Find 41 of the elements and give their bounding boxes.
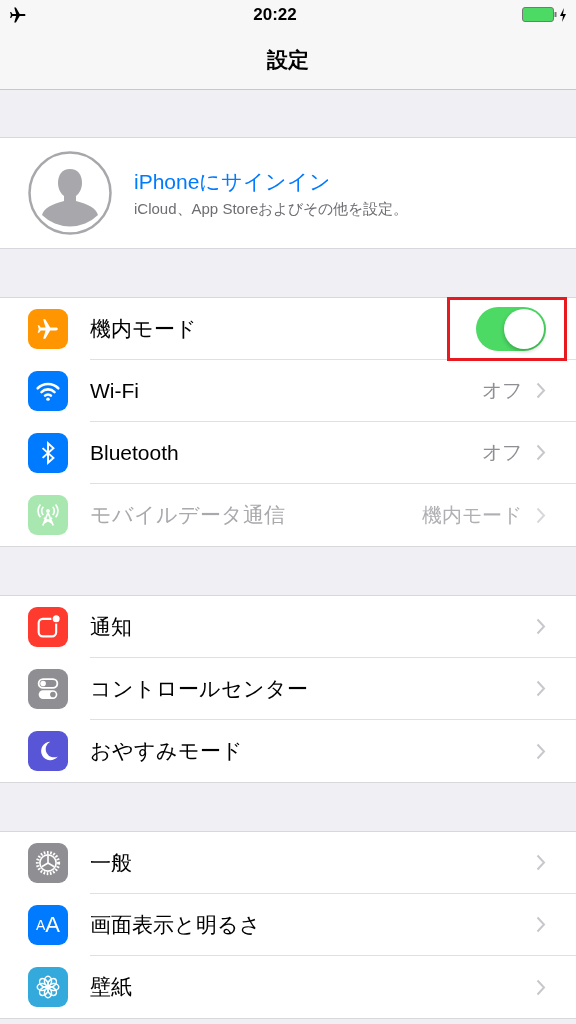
avatar-icon — [28, 151, 112, 235]
row-label: 壁紙 — [90, 974, 133, 1000]
row-label: コントロールセンター — [90, 675, 309, 702]
sign-in-subtitle: iCloud、App Storeおよびその他を設定。 — [134, 199, 409, 219]
account-row[interactable]: iPhoneにサインイン iCloud、App Storeおよびその他を設定。 — [0, 138, 576, 248]
settings-row[interactable]: 壁紙 — [0, 956, 576, 1018]
settings-row[interactable]: Bluetooth オフ — [0, 422, 576, 484]
sign-in-title: iPhoneにサインイン — [134, 168, 333, 195]
chevron-icon — [536, 978, 546, 996]
chevron-icon — [536, 680, 546, 697]
chevron-icon — [536, 854, 546, 871]
settings-row[interactable]: コントロールセンター — [0, 658, 576, 720]
nav-title: 設定 — [267, 46, 309, 73]
chevron-icon — [536, 506, 546, 524]
row-value: オフ — [482, 378, 522, 403]
airplane-icon — [8, 5, 28, 25]
row-label: 一般 — [90, 849, 133, 876]
settings-row[interactable]: AA 画面表示と明るさ — [0, 894, 576, 956]
settings-row[interactable]: 機内モード — [0, 298, 576, 360]
row-label: Wi-Fi — [90, 378, 140, 403]
chevron-icon — [536, 382, 546, 399]
chevron-icon — [536, 444, 546, 461]
row-label: モバイルデータ通信 — [90, 502, 286, 528]
row-label: 画面表示と明るさ — [90, 911, 262, 938]
settings-row[interactable]: Wi-Fi オフ — [0, 360, 576, 422]
row-label: 機内モード — [90, 315, 198, 342]
row-value: オフ — [482, 440, 522, 465]
clock-time: 20:22 — [253, 5, 297, 25]
settings-row[interactable]: おやすみモード — [0, 720, 576, 782]
row-label: Bluetooth — [90, 440, 180, 465]
settings-row[interactable]: 一般 — [0, 832, 576, 894]
settings-row[interactable]: 通知 — [0, 596, 576, 658]
battery-icon — [522, 7, 568, 23]
row-value: 機内モード — [422, 502, 522, 528]
chevron-icon — [536, 742, 546, 760]
row-label: おやすみモード — [90, 738, 244, 764]
chevron-icon — [536, 618, 546, 635]
toggle-switch[interactable] — [476, 306, 546, 351]
row-label: 通知 — [90, 613, 133, 640]
text-size-icon: AA — [28, 905, 68, 945]
chevron-icon — [536, 916, 546, 933]
